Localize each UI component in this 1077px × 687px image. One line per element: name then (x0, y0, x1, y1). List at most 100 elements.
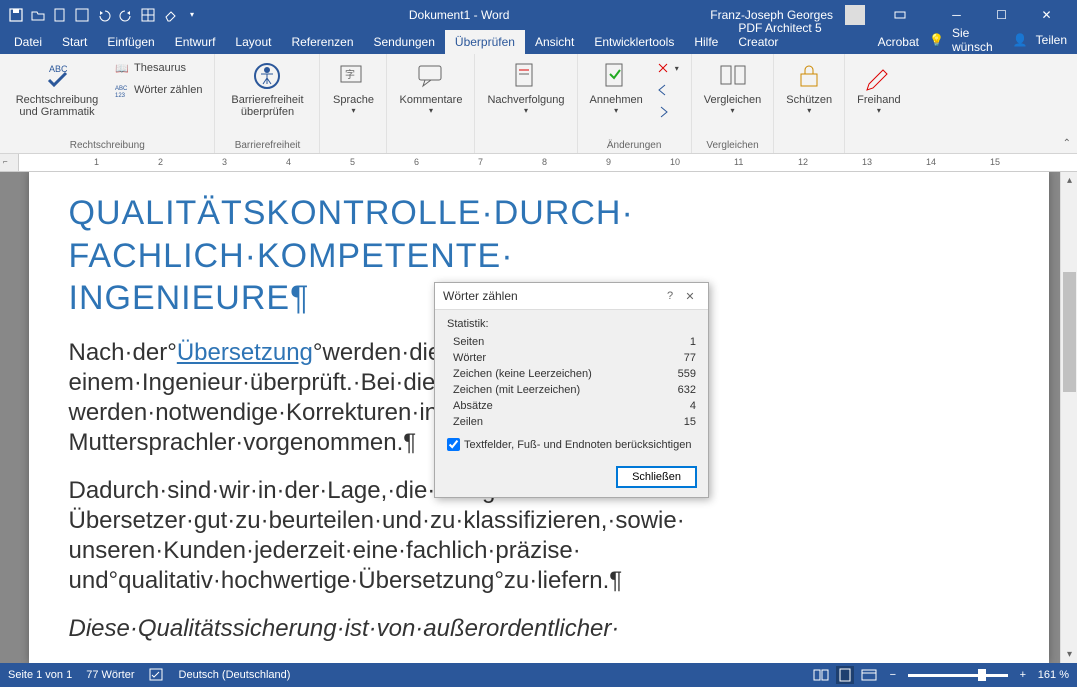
next-icon (655, 104, 671, 120)
zoom-in-icon[interactable]: + (1014, 666, 1032, 684)
scroll-down-icon[interactable]: ▾ (1061, 646, 1077, 663)
window-title: Dokument1 - Word (208, 8, 710, 22)
close-button[interactable]: ✕ (1024, 0, 1069, 29)
ribbon-tabs: Datei Start Einfügen Entwurf Layout Refe… (0, 29, 1077, 54)
undo-icon[interactable] (96, 7, 112, 23)
tab-file[interactable]: Datei (4, 30, 52, 54)
tab-design[interactable]: Entwurf (165, 30, 226, 54)
status-words[interactable]: 77 Wörter (86, 669, 134, 681)
tab-pdf-architect[interactable]: PDF Architect 5 Creator (728, 16, 867, 54)
tab-insert[interactable]: Einfügen (97, 30, 164, 54)
stat-row: Zeilen15 (447, 414, 696, 430)
word-count-dialog: Wörter zählen ? ✕ Statistik: Seiten1Wört… (434, 282, 709, 498)
dialog-title-bar[interactable]: Wörter zählen ? ✕ (435, 283, 708, 310)
pen-icon (863, 60, 895, 92)
open-icon[interactable] (30, 7, 46, 23)
read-mode-icon[interactable] (812, 666, 830, 684)
compare-button[interactable]: Vergleichen ▾ (700, 58, 766, 117)
include-textboxes-checkbox[interactable]: Textfelder, Fuß- und Endnoten berücksich… (447, 438, 696, 451)
language-button[interactable]: 字 Sprache ▾ (328, 58, 378, 117)
close-icon[interactable]: ✕ (680, 290, 700, 303)
web-layout-icon[interactable] (860, 666, 878, 684)
protect-button[interactable]: Schützen ▾ (782, 58, 836, 117)
tab-references[interactable]: Referenzen (281, 30, 363, 54)
ruler-mark: 8 (542, 157, 547, 167)
spelling-grammar-button[interactable]: ABC Rechtschreibung und Grammatik (8, 58, 106, 120)
tab-layout[interactable]: Layout (225, 30, 281, 54)
tell-me-icon[interactable]: 💡 (929, 33, 944, 47)
group-schuetzen: Schützen ▾ (774, 54, 845, 153)
ruler-mark: 2 (158, 157, 163, 167)
wordcount-icon: ABC123 (114, 82, 130, 98)
next-change-button[interactable] (651, 102, 683, 122)
ribbon-display-icon[interactable] (877, 0, 922, 29)
status-bar: Seite 1 von 1 77 Wörter Deutsch (Deutsch… (0, 663, 1077, 687)
new-icon[interactable] (52, 7, 68, 23)
tab-developer[interactable]: Entwicklertools (584, 30, 684, 54)
status-language[interactable]: Deutsch (Deutschland) (179, 669, 291, 681)
tab-view[interactable]: Ansicht (525, 30, 584, 54)
word-count-button[interactable]: ABC123Wörter zählen (110, 80, 206, 100)
status-spellcheck-icon[interactable] (149, 668, 165, 682)
chevron-down-icon: ▾ (429, 106, 433, 115)
collapse-ribbon-icon[interactable]: ⌃ (1063, 138, 1071, 149)
tab-help[interactable]: Hilfe (684, 30, 728, 54)
compare-icon (717, 60, 749, 92)
vertical-scrollbar[interactable]: ▴ ▾ (1060, 172, 1077, 663)
comment-icon (415, 60, 447, 92)
comments-button[interactable]: Kommentare ▾ (395, 58, 466, 117)
redo-icon[interactable] (118, 7, 134, 23)
horizontal-ruler[interactable]: ⌐ 123456789101112131415 (0, 154, 1077, 172)
zoom-thumb[interactable] (978, 669, 986, 681)
share-icon[interactable]: 👤 (1013, 33, 1028, 47)
chevron-down-icon: ▾ (807, 106, 811, 115)
ruler-corner: ⌐ (3, 157, 8, 166)
save-icon[interactable] (8, 7, 24, 23)
ruler-mark: 5 (350, 157, 355, 167)
tab-mailings[interactable]: Sendungen (364, 30, 445, 54)
group-aenderungen: Annehmen ▾ ▾ Änderungen (578, 54, 692, 153)
zoom-slider[interactable] (908, 674, 1008, 677)
tab-acrobat[interactable]: Acrobat (868, 30, 929, 54)
group-rechtschreibung: ABC Rechtschreibung und Grammatik 📖Thesa… (0, 54, 215, 153)
minimize-button[interactable]: ─ (934, 0, 979, 29)
status-page[interactable]: Seite 1 von 1 (8, 669, 72, 681)
zoom-level[interactable]: 161 % (1038, 669, 1069, 681)
svg-text:123: 123 (115, 93, 126, 98)
print-layout-icon[interactable] (836, 666, 854, 684)
prev-change-button[interactable] (651, 80, 683, 100)
close-button[interactable]: Schließen (617, 467, 696, 487)
tracking-icon (510, 60, 542, 92)
group-barrierefreiheit: Barrierefreiheit überprüfen Barrierefrei… (215, 54, 320, 153)
tracking-button[interactable]: Nachverfolgung ▾ (483, 58, 568, 117)
document-name: Dokument1 (409, 8, 470, 22)
reject-button[interactable]: ▾ (651, 58, 683, 78)
scroll-up-icon[interactable]: ▴ (1061, 172, 1077, 189)
table-icon[interactable] (140, 7, 156, 23)
qat-dropdown-icon[interactable]: ▾ (184, 7, 200, 23)
maximize-button[interactable]: ☐ (979, 0, 1024, 29)
thesaurus-button[interactable]: 📖Thesaurus (110, 58, 206, 78)
link-uebersetzung[interactable]: Übersetzung (177, 339, 313, 366)
tell-me-text[interactable]: Sie wünsch (952, 26, 1005, 54)
chevron-down-icon: ▾ (877, 106, 881, 115)
ruler-mark: 12 (798, 157, 808, 167)
tab-review[interactable]: Überprüfen (445, 30, 525, 54)
chevron-down-icon: ▾ (731, 106, 735, 115)
ink-button[interactable]: Freihand ▾ (853, 58, 904, 117)
accept-button[interactable]: Annehmen ▾ (586, 58, 647, 117)
accessibility-button[interactable]: Barrierefreiheit überprüfen (223, 58, 311, 120)
ruler-mark: 9 (606, 157, 611, 167)
checkbox-input[interactable] (447, 438, 460, 451)
eraser-icon[interactable] (162, 7, 178, 23)
stat-row: Seiten1 (447, 334, 696, 350)
paragraph-3[interactable]: Diese·Qualitätssicherung·ist·von·außeror… (69, 614, 1049, 644)
check-abc-icon: ABC (41, 60, 73, 92)
save-as-icon[interactable] (74, 7, 90, 23)
zoom-out-icon[interactable]: − (884, 666, 902, 684)
ruler-mark: 15 (990, 157, 1000, 167)
tab-start[interactable]: Start (52, 30, 97, 54)
help-icon[interactable]: ? (660, 290, 680, 302)
scroll-thumb[interactable] (1063, 272, 1076, 392)
share-text[interactable]: Teilen (1036, 33, 1067, 47)
